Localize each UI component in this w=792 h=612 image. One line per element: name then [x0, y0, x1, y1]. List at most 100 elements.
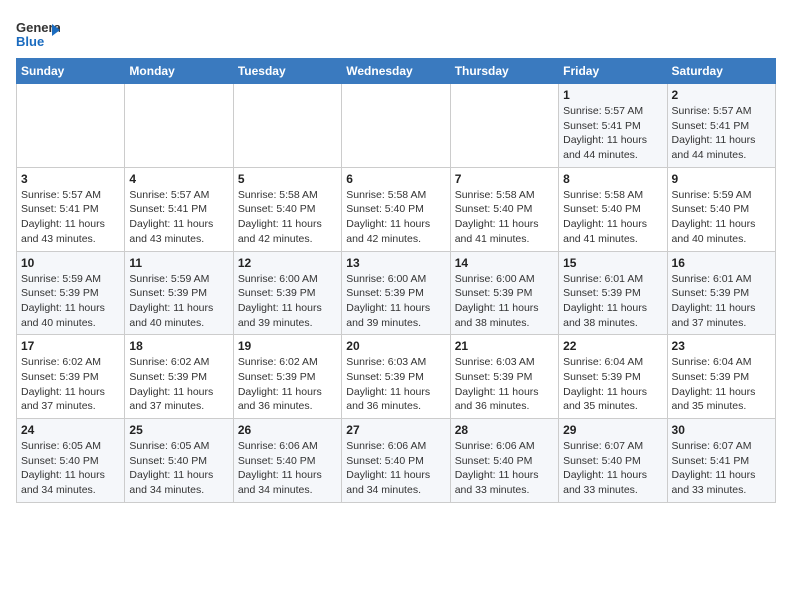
day-info: Sunrise: 5:58 AM Sunset: 5:40 PM Dayligh…: [346, 188, 445, 247]
calendar-table: SundayMondayTuesdayWednesdayThursdayFrid…: [16, 58, 776, 503]
calendar-cell: 16Sunrise: 6:01 AM Sunset: 5:39 PM Dayli…: [667, 251, 775, 335]
day-info: Sunrise: 6:07 AM Sunset: 5:40 PM Dayligh…: [563, 439, 662, 498]
calendar-week-row: 10 Sunrise: 5:59 AM Sunset: 5:39 PM Dayli…: [17, 251, 776, 335]
day-number: 11: [129, 256, 228, 270]
day-info: Sunrise: 6:06 AM Sunset: 5:40 PM Dayligh…: [346, 439, 445, 498]
calendar-cell: 28 Sunrise: 6:06 AM Sunset: 5:40 PM Dayli…: [450, 419, 558, 503]
calendar-cell: 1 Sunrise: 5:57 AM Sunset: 5:41 PM Daylig…: [559, 84, 667, 168]
weekday-header: Friday: [559, 59, 667, 84]
logo-icon: General Blue: [16, 16, 60, 52]
calendar-cell: 6 Sunrise: 5:58 AM Sunset: 5:40 PM Daylig…: [342, 167, 450, 251]
calendar-header-row: SundayMondayTuesdayWednesdayThursdayFrid…: [17, 59, 776, 84]
calendar-cell: 15 Sunrise: 6:01 AM Sunset: 5:39 PM Dayli…: [559, 251, 667, 335]
day-number: 28: [455, 423, 554, 437]
day-number: 30: [672, 423, 771, 437]
day-number: 6: [346, 172, 445, 186]
day-number: 5: [238, 172, 337, 186]
weekday-header: Saturday: [667, 59, 775, 84]
calendar-cell: 14 Sunrise: 6:00 AM Sunset: 5:39 PM Dayli…: [450, 251, 558, 335]
day-info: Sunrise: 6:02 AM Sunset: 5:39 PM Dayligh…: [129, 355, 228, 414]
day-info: Sunrise: 5:59 AM Sunset: 5:40 PM Dayligh…: [672, 188, 771, 247]
calendar-cell: 13Sunrise: 6:00 AM Sunset: 5:39 PM Dayli…: [342, 251, 450, 335]
weekday-header: Tuesday: [233, 59, 341, 84]
calendar-week-row: 3 Sunrise: 5:57 AM Sunset: 5:41 PM Daylig…: [17, 167, 776, 251]
weekday-header: Sunday: [17, 59, 125, 84]
day-info: Sunrise: 5:57 AM Sunset: 5:41 PM Dayligh…: [21, 188, 120, 247]
day-info: Sunrise: 5:58 AM Sunset: 5:40 PM Dayligh…: [563, 188, 662, 247]
day-info: Sunrise: 6:03 AM Sunset: 5:39 PM Dayligh…: [455, 355, 554, 414]
svg-text:Blue: Blue: [16, 34, 44, 49]
day-number: 1: [563, 88, 662, 102]
day-number: 29: [563, 423, 662, 437]
calendar-cell: 12 Sunrise: 6:00 AM Sunset: 5:39 PM Dayli…: [233, 251, 341, 335]
day-number: 26: [238, 423, 337, 437]
logo: General Blue: [16, 16, 60, 52]
calendar-cell: 27 Sunrise: 6:06 AM Sunset: 5:40 PM Dayli…: [342, 419, 450, 503]
day-number: 10: [21, 256, 120, 270]
day-info: Sunrise: 5:59 AM Sunset: 5:39 PM Dayligh…: [129, 272, 228, 331]
day-info: Sunrise: 5:57 AM Sunset: 5:41 PM Dayligh…: [672, 104, 771, 163]
day-number: 15: [563, 256, 662, 270]
weekday-header: Monday: [125, 59, 233, 84]
day-info: Sunrise: 6:04 AM Sunset: 5:39 PM Dayligh…: [563, 355, 662, 414]
day-number: 7: [455, 172, 554, 186]
day-info: Sunrise: 6:06 AM Sunset: 5:40 PM Dayligh…: [455, 439, 554, 498]
calendar-cell: 21 Sunrise: 6:03 AM Sunset: 5:39 PM Dayli…: [450, 335, 558, 419]
day-number: 20: [346, 339, 445, 353]
calendar-cell: 5 Sunrise: 5:58 AM Sunset: 5:40 PM Daylig…: [233, 167, 341, 251]
day-number: 25: [129, 423, 228, 437]
day-number: 3: [21, 172, 120, 186]
day-number: 18: [129, 339, 228, 353]
day-info: Sunrise: 6:00 AM Sunset: 5:39 PM Dayligh…: [455, 272, 554, 331]
calendar-cell: 29 Sunrise: 6:07 AM Sunset: 5:40 PM Dayli…: [559, 419, 667, 503]
calendar-cell: 7Sunrise: 5:58 AM Sunset: 5:40 PM Daylig…: [450, 167, 558, 251]
calendar-cell: [17, 84, 125, 168]
day-info: Sunrise: 6:06 AM Sunset: 5:40 PM Dayligh…: [238, 439, 337, 498]
calendar-week-row: 24Sunrise: 6:05 AM Sunset: 5:40 PM Dayli…: [17, 419, 776, 503]
calendar-cell: [125, 84, 233, 168]
day-number: 8: [563, 172, 662, 186]
day-info: Sunrise: 6:04 AM Sunset: 5:39 PM Dayligh…: [672, 355, 771, 414]
calendar-cell: [450, 84, 558, 168]
calendar-week-row: 1 Sunrise: 5:57 AM Sunset: 5:41 PM Daylig…: [17, 84, 776, 168]
day-info: Sunrise: 6:03 AM Sunset: 5:39 PM Dayligh…: [346, 355, 445, 414]
calendar-cell: 9 Sunrise: 5:59 AM Sunset: 5:40 PM Daylig…: [667, 167, 775, 251]
calendar-cell: 22 Sunrise: 6:04 AM Sunset: 5:39 PM Dayli…: [559, 335, 667, 419]
calendar-cell: 30Sunrise: 6:07 AM Sunset: 5:41 PM Dayli…: [667, 419, 775, 503]
weekday-header: Thursday: [450, 59, 558, 84]
calendar-cell: 2 Sunrise: 5:57 AM Sunset: 5:41 PM Daylig…: [667, 84, 775, 168]
calendar-cell: [342, 84, 450, 168]
day-number: 16: [672, 256, 771, 270]
day-number: 14: [455, 256, 554, 270]
calendar-cell: 8 Sunrise: 5:58 AM Sunset: 5:40 PM Daylig…: [559, 167, 667, 251]
day-number: 4: [129, 172, 228, 186]
calendar-cell: 11 Sunrise: 5:59 AM Sunset: 5:39 PM Dayli…: [125, 251, 233, 335]
calendar-cell: 24Sunrise: 6:05 AM Sunset: 5:40 PM Dayli…: [17, 419, 125, 503]
day-info: Sunrise: 5:59 AM Sunset: 5:39 PM Dayligh…: [21, 272, 120, 331]
day-info: Sunrise: 5:57 AM Sunset: 5:41 PM Dayligh…: [563, 104, 662, 163]
page-header: General Blue: [16, 16, 776, 52]
day-number: 22: [563, 339, 662, 353]
calendar-cell: 10 Sunrise: 5:59 AM Sunset: 5:39 PM Dayli…: [17, 251, 125, 335]
day-info: Sunrise: 6:00 AM Sunset: 5:39 PM Dayligh…: [238, 272, 337, 331]
day-number: 2: [672, 88, 771, 102]
day-info: Sunrise: 6:05 AM Sunset: 5:40 PM Dayligh…: [21, 439, 120, 498]
day-number: 19: [238, 339, 337, 353]
day-info: Sunrise: 6:02 AM Sunset: 5:39 PM Dayligh…: [21, 355, 120, 414]
calendar-cell: 26 Sunrise: 6:06 AM Sunset: 5:40 PM Dayli…: [233, 419, 341, 503]
day-number: 21: [455, 339, 554, 353]
day-number: 27: [346, 423, 445, 437]
calendar-cell: 4Sunrise: 5:57 AM Sunset: 5:41 PM Daylig…: [125, 167, 233, 251]
day-number: 13: [346, 256, 445, 270]
calendar-cell: 25 Sunrise: 6:05 AM Sunset: 5:40 PM Dayli…: [125, 419, 233, 503]
day-number: 17: [21, 339, 120, 353]
day-number: 23: [672, 339, 771, 353]
day-info: Sunrise: 6:01 AM Sunset: 5:39 PM Dayligh…: [563, 272, 662, 331]
day-info: Sunrise: 6:05 AM Sunset: 5:40 PM Dayligh…: [129, 439, 228, 498]
calendar-cell: 17 Sunrise: 6:02 AM Sunset: 5:39 PM Dayli…: [17, 335, 125, 419]
day-info: Sunrise: 5:58 AM Sunset: 5:40 PM Dayligh…: [238, 188, 337, 247]
day-number: 9: [672, 172, 771, 186]
day-number: 12: [238, 256, 337, 270]
calendar-cell: 18 Sunrise: 6:02 AM Sunset: 5:39 PM Dayli…: [125, 335, 233, 419]
calendar-cell: 23 Sunrise: 6:04 AM Sunset: 5:39 PM Dayli…: [667, 335, 775, 419]
